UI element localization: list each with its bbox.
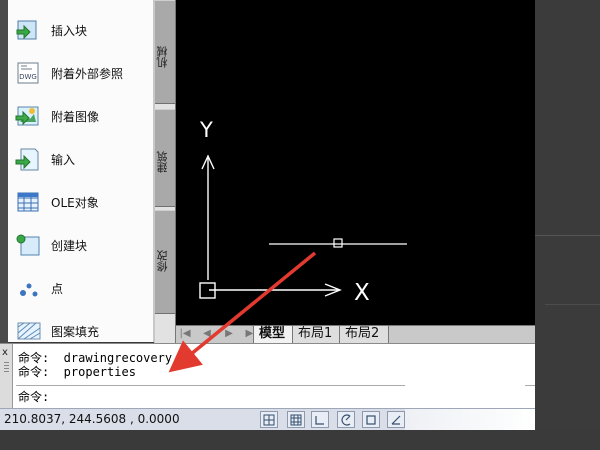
palette-item-attach-image[interactable]: 附着图像 — [8, 96, 154, 136]
command-window-handle[interactable]: x — [0, 344, 13, 408]
side-tab-label-modify: 修改 — [156, 250, 169, 272]
palette-label-ole-object: OLE对象 — [51, 195, 99, 210]
cursor-coordinates: 210.8037, 244.5608 , 0.0000 — [4, 412, 180, 426]
point-icon — [13, 273, 43, 303]
command-prompt[interactable]: 命令: — [18, 391, 49, 404]
x-axis-label: X — [354, 280, 370, 306]
palette-label-point: 点 — [51, 281, 64, 296]
osnap-icon[interactable] — [362, 411, 380, 428]
next-tab-button[interactable]: ▶ — [222, 328, 236, 340]
first-tab-button[interactable]: |◀ — [178, 328, 192, 340]
side-tab-label-mechanical: 机械 — [156, 46, 169, 68]
dwg-reference-icon: DWG — [13, 58, 43, 88]
grip-line-icon — [4, 362, 9, 363]
palette-label-insert-block: 插入块 — [51, 23, 88, 38]
layout-tab-bar: |◀ ◀ ▶ ▶| 模型 布局1 布局2 — [176, 325, 535, 343]
right-panel-line — [535, 235, 600, 236]
previous-tab-button[interactable]: ◀ — [200, 328, 214, 340]
model-space-drawing-area[interactable]: Y X — [176, 0, 535, 325]
palette-item-point[interactable]: 点 — [8, 268, 154, 308]
grid-icon[interactable] — [287, 411, 305, 428]
insert-block-icon — [13, 15, 43, 45]
crosshair-pickbox — [333, 238, 343, 248]
y-axis-label: Y — [199, 118, 213, 142]
tab-model[interactable]: 模型 — [253, 326, 293, 343]
palette-item-insert-block[interactable]: 插入块 — [8, 10, 154, 50]
palette-item-import[interactable]: 输入 — [8, 139, 154, 179]
tab-layout-2[interactable]: 布局2 — [339, 326, 389, 343]
tab-layout-1[interactable]: 布局1 — [292, 326, 342, 343]
tool-palette: 插入块 DWG 附着外部参照 附着图像 输入 OLE对象 创建块 点 图案填充 — [8, 0, 154, 342]
grip-line-icon — [4, 365, 9, 366]
cad-screenshot: 插入块 DWG 附着外部参照 附着图像 输入 OLE对象 创建块 点 图案填充 … — [0, 0, 600, 450]
palette-label-attach-image: 附着图像 — [51, 109, 100, 124]
command-overlay-box — [405, 364, 525, 400]
command-window[interactable]: x 命令: drawingrecovery 命令: properties 命令: — [0, 343, 535, 408]
status-bar-overlay — [405, 409, 535, 430]
otrack-icon[interactable] — [387, 411, 405, 428]
polar-icon[interactable] — [337, 411, 355, 428]
hatch-icon — [13, 316, 43, 346]
dwg-icon-text: DWG — [19, 73, 37, 81]
snap-icon[interactable] — [260, 411, 278, 428]
command-history-line: 命令: drawingrecovery — [18, 351, 173, 365]
palette-item-ole-object[interactable]: OLE对象 — [8, 182, 154, 222]
palette-side-tabs: 机械 建筑 修改 — [154, 0, 176, 343]
right-panel-short-line — [545, 304, 600, 305]
palette-label-attach-xref: 附着外部参照 — [51, 66, 124, 81]
palette-label-create-block: 创建块 — [51, 238, 88, 253]
palette-label-hatch: 图案填充 — [51, 324, 100, 339]
side-tab-label-architecture: 建筑 — [156, 151, 169, 173]
drawing-canvas[interactable]: Y X — [176, 0, 535, 325]
right-background-panel — [535, 0, 600, 450]
grip-line-icon — [4, 368, 9, 369]
command-close-icon[interactable]: x — [2, 348, 8, 358]
status-bar: 210.8037, 244.5608 , 0.0000 — [0, 408, 535, 430]
import-icon — [13, 144, 43, 174]
image-icon — [13, 101, 43, 131]
create-block-icon — [13, 230, 43, 260]
bottom-window-edge — [0, 430, 600, 450]
grip-line-icon — [4, 371, 9, 372]
ortho-icon[interactable] — [311, 411, 329, 428]
palette-label-import: 输入 — [51, 152, 76, 167]
command-history-line: 命令: properties — [18, 365, 136, 379]
palette-item-attach-xref[interactable]: DWG 附着外部参照 — [8, 53, 154, 93]
ole-object-icon — [13, 187, 43, 217]
palette-item-create-block[interactable]: 创建块 — [8, 225, 154, 265]
